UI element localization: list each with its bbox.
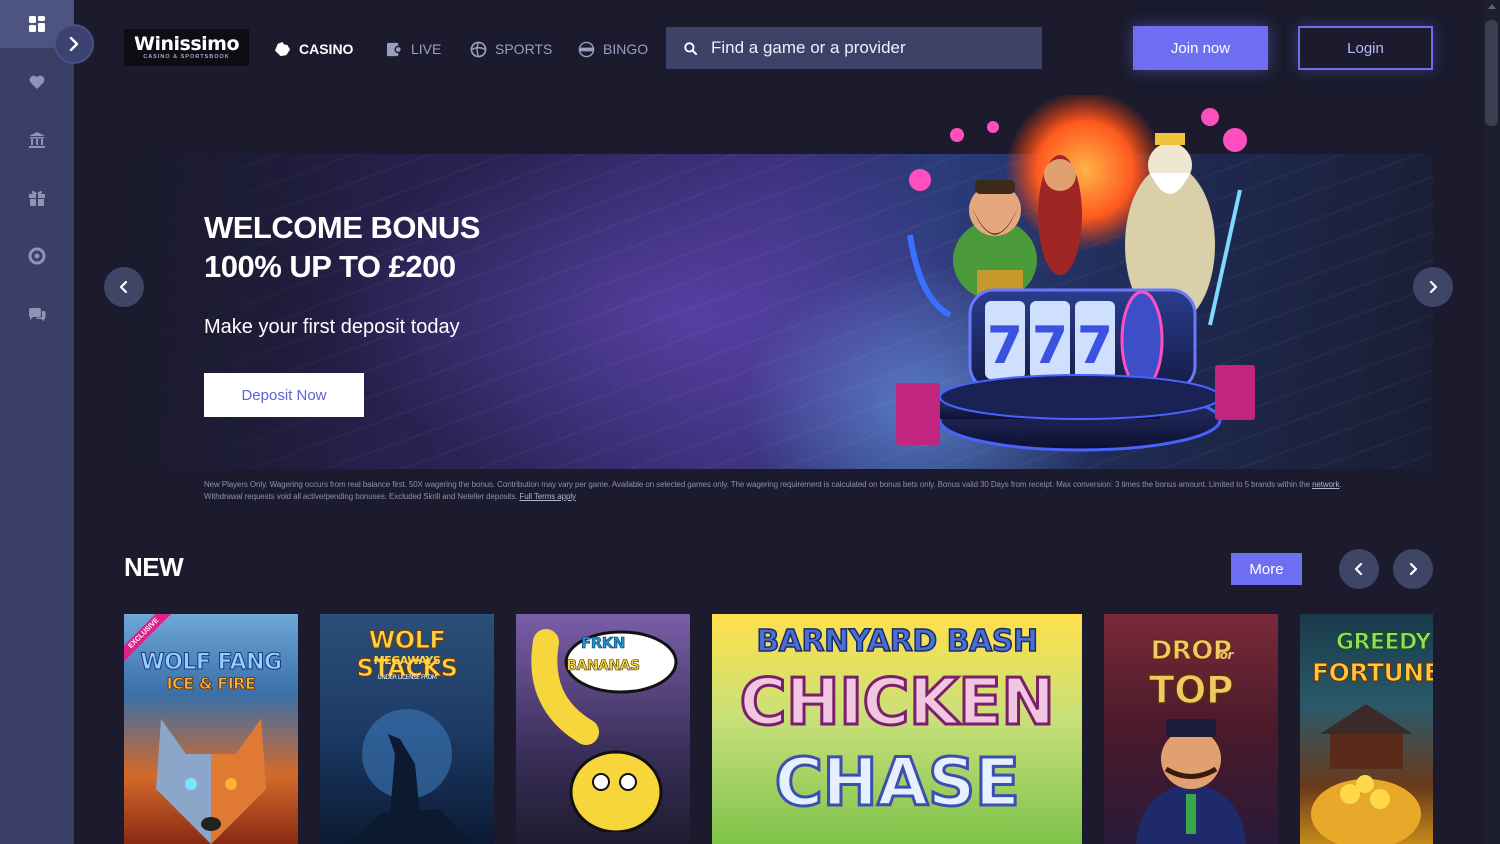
- search-icon: [684, 41, 697, 55]
- game-subtitle: TOP: [1148, 667, 1235, 713]
- scroll-thumb[interactable]: [1485, 20, 1498, 126]
- nav-sports-label: SPORTS: [495, 41, 553, 57]
- games-next-button[interactable]: [1393, 549, 1433, 589]
- hero-next-button[interactable]: [1413, 267, 1453, 307]
- terms-text-part1: New Players Only. Wagering occurs from r…: [204, 480, 1310, 489]
- nav-casino[interactable]: CASINO: [274, 38, 353, 60]
- sidebar: [0, 0, 74, 844]
- chat-icon: [28, 308, 46, 322]
- game-license-note: UNDER LICENSE FROM: [377, 674, 437, 681]
- search-bar[interactable]: [666, 27, 1042, 69]
- bank-icon: [29, 132, 45, 148]
- svg-text:7: 7: [987, 316, 1023, 376]
- game-title: BARNYARD BASH: [756, 623, 1039, 660]
- sports-ball-icon: [470, 41, 487, 57]
- sidebar-item-promotions[interactable]: [0, 174, 74, 222]
- cards-icon: [274, 41, 291, 56]
- svg-text:7: 7: [1032, 316, 1068, 376]
- game-title-for: for: [1215, 648, 1233, 662]
- section-title-new: NEW: [124, 552, 184, 582]
- game-title: FRKN: [581, 634, 626, 653]
- full-terms-link[interactable]: Full Terms apply: [519, 492, 576, 501]
- logo-text: Winissimo: [134, 33, 240, 55]
- hero-title-line2: 100% UP TO £200: [204, 249, 456, 284]
- hero-subtitle: Make your first deposit today: [204, 316, 460, 338]
- game-subtitle: FORTUNE P: [1312, 658, 1434, 688]
- banana-illustration: [531, 629, 678, 832]
- dashboard-icon: [29, 16, 45, 32]
- nav-live[interactable]: LIVE: [386, 38, 441, 60]
- game-title: GREEDY: [1336, 630, 1432, 656]
- gold-pot-illustration: [1311, 704, 1421, 844]
- game-subtitle-2: CHASE: [773, 743, 1021, 823]
- hero-title: WELCOME BONUS 100% UP TO £200: [204, 208, 480, 286]
- terms-network-link[interactable]: network: [1312, 480, 1339, 489]
- sidebar-item-chat[interactable]: [0, 290, 74, 338]
- svg-text:7: 7: [1077, 316, 1113, 376]
- game-tile-wolf-stacks[interactable]: WOLF STACKS MEGAWAYS UNDER LICENSE FROM: [320, 614, 494, 844]
- game-tile-wolf-fang[interactable]: EXCLUSIVE WOLF FANG ICE & FIRE: [124, 614, 298, 844]
- game-subtitle: BANANAS: [566, 658, 640, 675]
- game-subtitle: MEGAWAYS: [373, 654, 441, 667]
- game-tile-drop-for-top[interactable]: DROP for TOP: [1104, 614, 1278, 844]
- logo-tagline: CASINO & SPORTSBOOK: [143, 54, 230, 60]
- wolf-illustration: [156, 719, 266, 844]
- sidebar-toggle-button[interactable]: [54, 24, 94, 64]
- game-subtitle: ICE & FIRE: [166, 674, 256, 694]
- brand-logo[interactable]: Winissimo CASINO & SPORTSBOOK: [124, 29, 249, 66]
- howling-wolf-illustration: [350, 709, 470, 844]
- search-input[interactable]: [711, 38, 1011, 58]
- lifebuoy-icon: [28, 247, 46, 265]
- game-subtitle: CHICKEN: [738, 665, 1056, 742]
- nav-casino-label: CASINO: [299, 41, 354, 57]
- game-title: WOLF FANG: [140, 650, 283, 676]
- login-button[interactable]: Login: [1298, 26, 1433, 70]
- nav-sports[interactable]: SPORTS: [470, 38, 552, 60]
- scroll-up-arrow-icon[interactable]: [1488, 4, 1496, 9]
- scrollbar[interactable]: [1483, 0, 1500, 844]
- game-title: DROP: [1150, 636, 1232, 667]
- chevron-left-icon: [1354, 562, 1363, 576]
- join-now-button[interactable]: Join now: [1133, 26, 1268, 70]
- game-tile-frkn-bananas[interactable]: FRKN BANANAS: [516, 614, 690, 844]
- bonus-terms-text: New Players Only. Wagering occurs from r…: [204, 479, 1369, 503]
- nav-live-label: LIVE: [411, 41, 442, 57]
- gift-icon: [29, 190, 45, 206]
- sidebar-item-help[interactable]: [0, 232, 74, 280]
- chevron-right-icon: [1409, 562, 1418, 576]
- chevron-right-icon: [1429, 280, 1438, 294]
- nav-bingo-label: BINGO: [603, 41, 649, 57]
- deposit-now-button[interactable]: Deposit Now: [204, 373, 364, 417]
- hero-slot-machine-illustration: 7 7 7: [896, 95, 1255, 452]
- live-dealer-icon: [386, 42, 403, 56]
- hero-title-line1: WELCOME BONUS: [204, 210, 480, 245]
- chevron-right-icon: [69, 37, 79, 51]
- businessman-illustration: [1136, 719, 1246, 844]
- nav-bingo[interactable]: BINGO: [578, 38, 648, 60]
- hero-prev-button[interactable]: [104, 267, 144, 307]
- game-tile-chicken-chase[interactable]: BARNYARD BASH CHICKEN CHASE: [712, 614, 1082, 844]
- heart-icon: [29, 75, 45, 89]
- sidebar-item-favourites[interactable]: [0, 58, 74, 106]
- game-tile-greedy-fortune[interactable]: GREEDY FORTUNE P: [1300, 614, 1433, 844]
- sidebar-item-banking[interactable]: [0, 116, 74, 164]
- games-prev-button[interactable]: [1339, 549, 1379, 589]
- more-button[interactable]: More: [1231, 553, 1302, 585]
- bingo-ball-icon: [578, 41, 595, 57]
- chevron-left-icon: [119, 280, 128, 294]
